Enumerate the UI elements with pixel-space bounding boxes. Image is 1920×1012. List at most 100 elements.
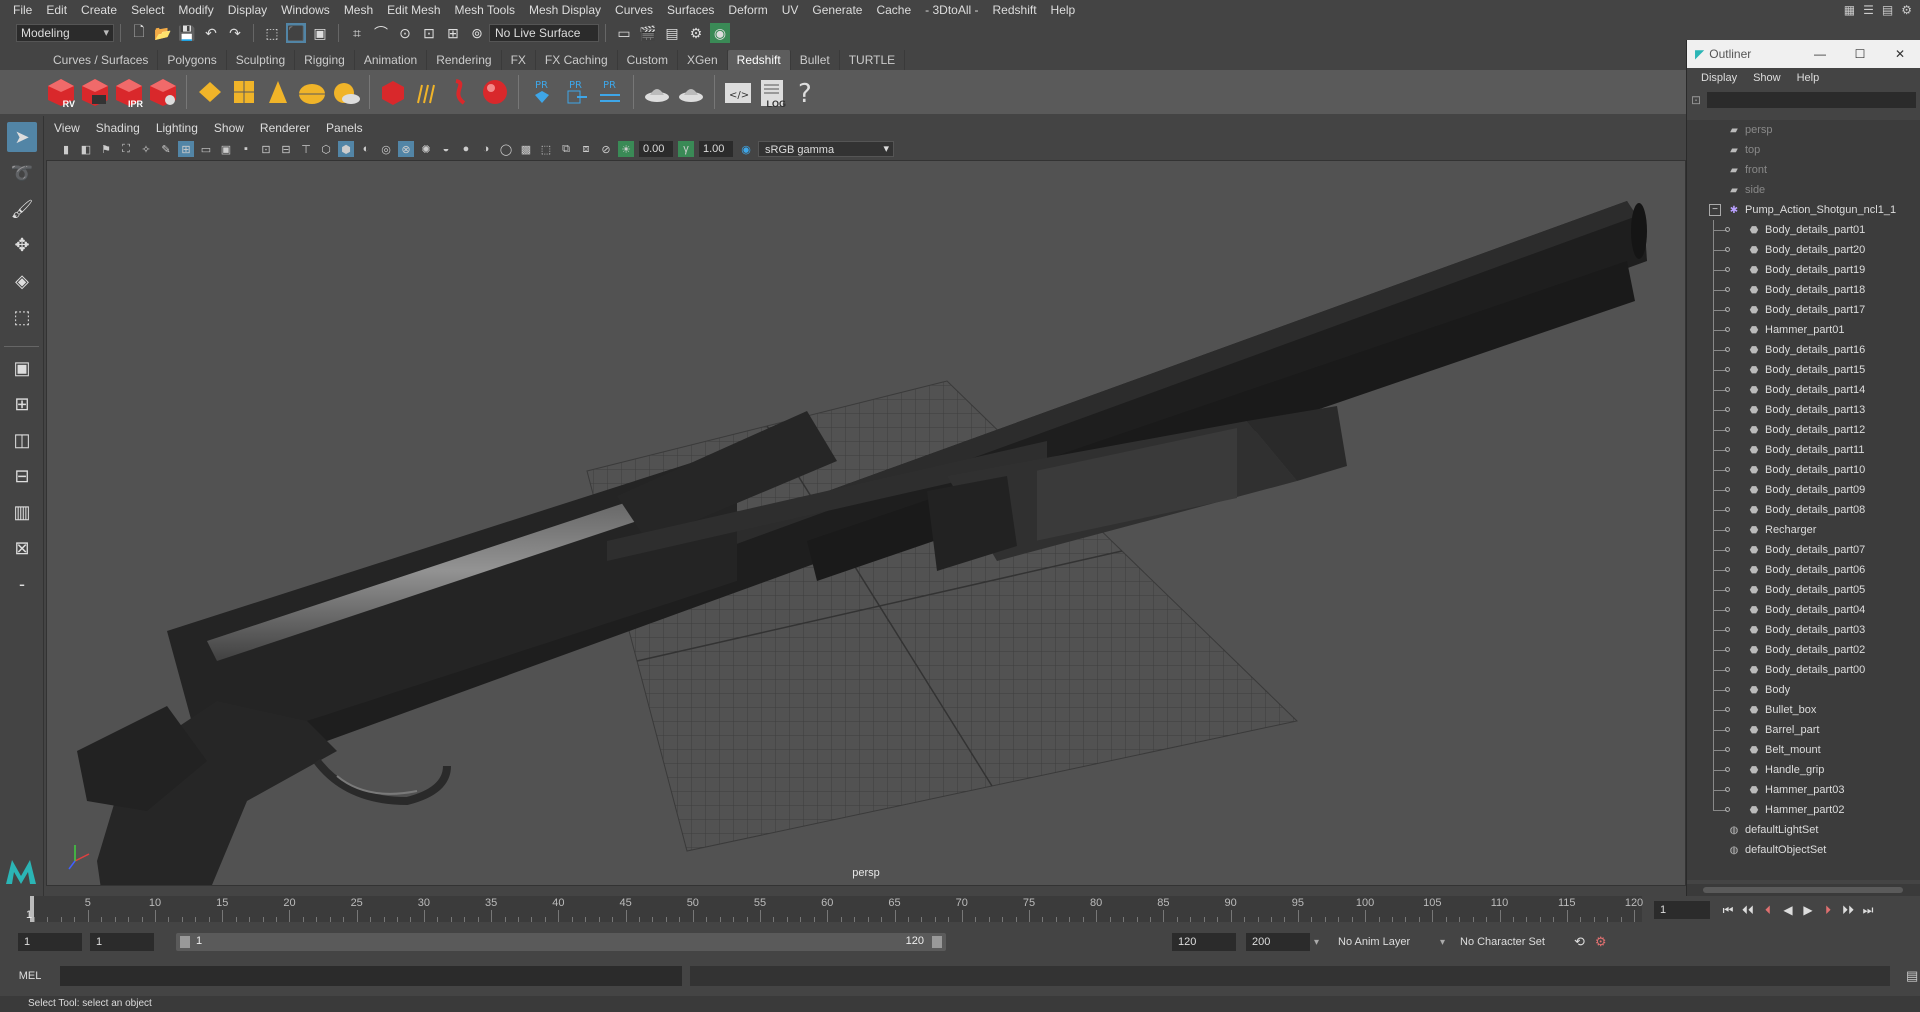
outliner-item-defaultlightset[interactable]: ◍ defaultLightSet: [1687, 820, 1920, 840]
menu-cache[interactable]: Cache: [869, 0, 918, 20]
menu-mesh[interactable]: Mesh: [337, 0, 380, 20]
menu-surfaces[interactable]: Surfaces: [660, 0, 721, 20]
workspace-icon[interactable]: ▦: [1844, 3, 1855, 17]
menu-create[interactable]: Create: [74, 0, 124, 20]
film-gate-icon[interactable]: ▭: [198, 141, 214, 157]
outliner-item-mesh[interactable]: ⬣ Bullet_box: [1687, 700, 1920, 720]
bake-sets-button[interactable]: [676, 74, 706, 110]
step-back-icon[interactable]: ⏴⏴: [1738, 903, 1758, 918]
color-management-icon[interactable]: ◉: [738, 141, 754, 157]
playback-end-field[interactable]: 120: [1172, 933, 1236, 951]
outliner-item-mesh[interactable]: ⬣ Hammer_part01: [1687, 320, 1920, 340]
menu-deform[interactable]: Deform: [721, 0, 774, 20]
tab-animation[interactable]: Animation: [355, 50, 428, 70]
snap-view-icon[interactable]: ⊡: [419, 23, 439, 43]
ipr-render-icon[interactable]: ▤: [662, 23, 682, 43]
tab-rigging[interactable]: Rigging: [295, 50, 355, 70]
animation-start-field[interactable]: 1: [18, 933, 82, 951]
tab-polygons[interactable]: Polygons: [158, 50, 227, 70]
menu-help[interactable]: Help: [1044, 0, 1083, 20]
menu-edit-mesh[interactable]: Edit Mesh: [380, 0, 447, 20]
tab-curves-surfaces[interactable]: Curves / Surfaces: [44, 50, 159, 70]
render-settings-icon[interactable]: ⚙: [686, 23, 706, 43]
outliner-item-mesh[interactable]: ⬣ Body_details_part04: [1687, 600, 1920, 620]
outliner-menu-display[interactable]: Display: [1693, 72, 1745, 84]
outliner-item-mesh[interactable]: ⬣ Body_details_part08: [1687, 500, 1920, 520]
snap-surface-icon[interactable]: ⊞: [443, 23, 463, 43]
image-plane-icon[interactable]: ⛶: [118, 141, 134, 157]
viewport-menu-lighting[interactable]: Lighting: [148, 121, 206, 135]
camera-select-icon[interactable]: ▮: [58, 141, 74, 157]
ambient-occlusion-icon[interactable]: ◑: [478, 141, 494, 157]
pr-export-button[interactable]: PR: [527, 74, 557, 110]
outliner-item-mesh[interactable]: ⬣ Body_details_part05: [1687, 580, 1920, 600]
hud-icon[interactable]: ⊘: [598, 141, 614, 157]
range-slider-bar[interactable]: 1 120: [176, 933, 946, 951]
open-scene-icon[interactable]: 📂: [153, 23, 173, 43]
gamma-icon[interactable]: γ: [678, 141, 694, 157]
current-frame-field[interactable]: 1: [1654, 901, 1710, 919]
scrollbar-thumb[interactable]: [1703, 887, 1903, 893]
outliner-item-mesh[interactable]: ⬣ Body_details_part09: [1687, 480, 1920, 500]
menu-redshift[interactable]: Redshift: [986, 0, 1044, 20]
hypershade-persp-button[interactable]: ▥: [7, 497, 37, 527]
tab-rendering[interactable]: Rendering: [427, 50, 502, 70]
outliner-item-mesh[interactable]: ⬣ Body_details_part14: [1687, 380, 1920, 400]
script-editor-icon[interactable]: ▤: [1906, 968, 1918, 984]
menu-set-dropdown[interactable]: Modeling: [16, 24, 114, 42]
outliner-item-mesh[interactable]: ⬣ Body_details_part00: [1687, 660, 1920, 680]
viewport-menu-show[interactable]: Show: [206, 121, 252, 135]
command-input[interactable]: [60, 966, 682, 986]
textured-icon[interactable]: ✺: [418, 141, 434, 157]
minimize-button[interactable]: —: [1800, 47, 1840, 61]
outliner-item-mesh[interactable]: ⬣ Hammer_part02: [1687, 800, 1920, 820]
lights-icon[interactable]: ◒: [438, 141, 454, 157]
paint-select-tool-button[interactable]: 🖌: [7, 194, 37, 224]
snap-grid-icon[interactable]: ⌗: [347, 23, 367, 43]
outliner-item-mesh[interactable]: ⬣ Body_details_part02: [1687, 640, 1920, 660]
menu-file[interactable]: File: [6, 0, 39, 20]
outliner-item-defaultobjectset[interactable]: ◍ defaultObjectSet: [1687, 840, 1920, 860]
exposure-field[interactable]: 0.00: [639, 141, 673, 157]
proxy-button[interactable]: [378, 74, 408, 110]
outliner-menu-help[interactable]: Help: [1789, 72, 1828, 84]
outliner-item-mesh[interactable]: ⬣ Recharger: [1687, 520, 1920, 540]
field-chart-icon[interactable]: ⊡: [258, 141, 274, 157]
menu-uv[interactable]: UV: [775, 0, 806, 20]
bookmark-icon[interactable]: ⚑: [98, 141, 114, 157]
rotate-tool-button[interactable]: ◈: [7, 266, 37, 296]
outliner-item-persp[interactable]: ▰ persp: [1687, 120, 1920, 140]
xray-icon[interactable]: ⊗: [398, 141, 414, 157]
time-ruler[interactable]: 5 10 15 20 25 30 35 40 45 50 55 60 65 70 75 80 85 90 95 100…: [30, 896, 1643, 922]
menu-edit[interactable]: Edit: [39, 0, 74, 20]
outliner-item-mesh[interactable]: ⬣ Body_details_part13: [1687, 400, 1920, 420]
new-scene-icon[interactable]: 🗋: [129, 23, 149, 43]
outliner-item-side[interactable]: ▰ side: [1687, 180, 1920, 200]
persp-graph-button[interactable]: ⊟: [7, 461, 37, 491]
select-component-icon[interactable]: ▣: [310, 23, 330, 43]
animation-end-field[interactable]: 200: [1246, 933, 1310, 951]
outliner-item-mesh[interactable]: ⬣ Body_details_part11: [1687, 440, 1920, 460]
scale-tool-button[interactable]: ⬚: [7, 302, 37, 332]
snap-point-icon[interactable]: ⊙: [395, 23, 415, 43]
redshift-settings-button[interactable]: [148, 74, 178, 110]
sun-light-button[interactable]: [331, 74, 361, 110]
outliner-item-mesh[interactable]: ⬣ Body_details_part18: [1687, 280, 1920, 300]
outliner-item-mesh[interactable]: ⬣ Body_details_part15: [1687, 360, 1920, 380]
live-surface-field[interactable]: No Live Surface: [489, 24, 599, 42]
menu-3dtoall[interactable]: - 3DtoAll -: [918, 0, 985, 20]
menu-generate[interactable]: Generate: [805, 0, 869, 20]
pr-swap-button[interactable]: PR: [595, 74, 625, 110]
redo-icon[interactable]: ↷: [225, 23, 245, 43]
collapse-button[interactable]: -: [7, 569, 37, 599]
tab-sculpting[interactable]: Sculpting: [227, 50, 296, 70]
play-backwards-icon[interactable]: ◀: [1778, 903, 1798, 917]
redshift-render-button[interactable]: [80, 74, 110, 110]
maximize-button[interactable]: ☐: [1840, 47, 1880, 61]
volume-button[interactable]: [412, 74, 442, 110]
menu-curves[interactable]: Curves: [608, 0, 660, 20]
tab-bullet[interactable]: Bullet: [791, 50, 840, 70]
chevron-down-icon[interactable]: ▾: [1314, 937, 1328, 948]
outliner-item-mesh[interactable]: ⬣ Handle_grip: [1687, 760, 1920, 780]
chevron-down-icon[interactable]: ▾: [1440, 937, 1454, 948]
